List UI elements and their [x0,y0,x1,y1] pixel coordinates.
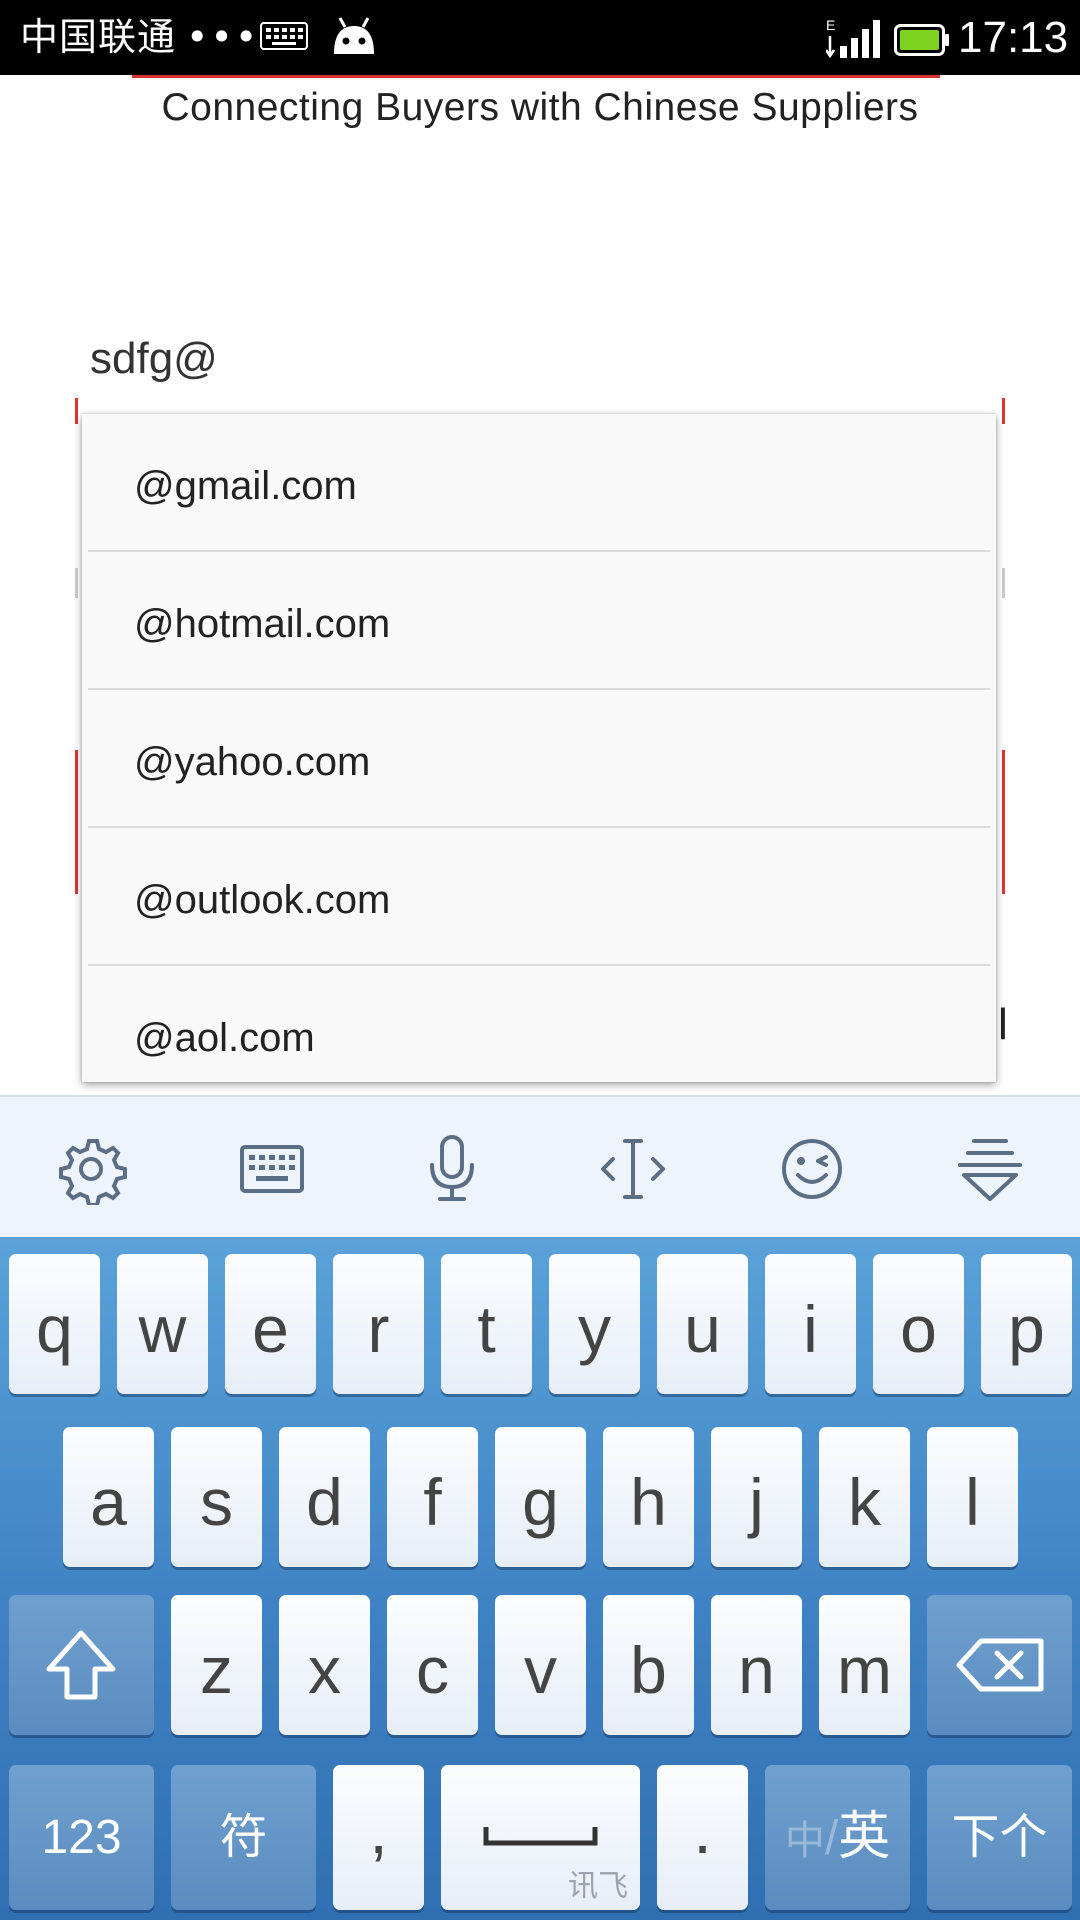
suggestion-yahoo[interactable]: @yahoo.com [88,690,990,828]
key-u[interactable]: u [657,1254,748,1394]
suggestion-label: @hotmail.com [134,602,391,646]
space-key[interactable]: 讯飞 [441,1765,640,1910]
key-i[interactable]: i [765,1254,856,1394]
key-s[interactable]: s [171,1427,262,1567]
suggestion-label: @yahoo.com [134,740,371,784]
key-x[interactable]: x [279,1595,370,1735]
key-k[interactable]: k [819,1427,910,1567]
lang-english-label: 英 [838,1808,891,1866]
key-w[interactable]: w [117,1254,208,1394]
key-c[interactable]: c [387,1595,478,1735]
suggestion-label: @outlook.com [134,878,391,922]
cursor-icon[interactable] [597,1133,669,1205]
key-l[interactable]: l [927,1427,1018,1567]
field-border-right [1002,750,1005,894]
status-bar: 中国联通 ••• E 17:13 [0,0,1080,75]
period-key[interactable]: . [657,1765,748,1910]
logo-bottom-edge [132,75,940,78]
keyboard-icon[interactable] [236,1133,308,1205]
language-switch-key[interactable]: 中/英 [765,1765,910,1910]
email-input[interactable]: sdfg@ [90,334,218,384]
clock: 17:13 [958,13,1069,62]
microphone-icon[interactable] [416,1133,488,1205]
suggestion-outlook[interactable]: @outlook.com [88,828,990,966]
suggestion-label: @gmail.com [134,464,357,508]
symbols-key[interactable]: 符 [171,1765,316,1910]
key-b[interactable]: b [603,1595,694,1735]
gear-icon[interactable] [55,1133,127,1207]
keyboard-notification-icon [260,22,308,54]
keyboard-brand-label: 讯飞 [568,1870,628,1903]
key-q[interactable]: q [9,1254,100,1394]
key-m[interactable]: m [819,1595,910,1735]
key-j[interactable]: j [711,1427,802,1567]
key-e[interactable]: e [225,1254,316,1394]
network-type-label: E [826,17,835,33]
email-suggestion-dropdown: @gmail.com @hotmail.com @yahoo.com @outl… [82,414,996,1082]
lang-separator: / [824,1812,839,1865]
key-f[interactable]: f [387,1427,478,1567]
key-z[interactable]: z [171,1595,262,1735]
field-border-right [1002,398,1005,424]
key-r[interactable]: r [333,1254,424,1394]
keyboard-toolbar [0,1095,1080,1239]
lang-chinese-label: 中 [784,1819,825,1863]
background-text: l [998,1000,1008,1049]
backspace-key[interactable] [927,1595,1072,1735]
key-g[interactable]: g [495,1427,586,1567]
signal-icon: E [824,16,886,64]
numbers-key[interactable]: 123 [9,1765,154,1910]
battery-icon [894,24,950,60]
carrier-label: 中国联通 [20,15,177,59]
hide-keyboard-icon[interactable] [954,1133,1026,1205]
suggestion-hotmail[interactable]: @hotmail.com [88,552,990,690]
field-border-right [1002,568,1005,598]
backspace-icon [956,1638,1044,1692]
comma-key[interactable]: , [333,1765,424,1910]
key-o[interactable]: o [873,1254,964,1394]
suggestion-label: @aol.com [134,1016,315,1060]
field-border-left [75,398,78,424]
android-debug-icon [330,14,378,62]
suggestion-aol[interactable]: @aol.com [88,966,990,1082]
suggestion-gmail[interactable]: @gmail.com [88,414,990,552]
field-border-left [75,568,78,598]
key-t[interactable]: t [441,1254,532,1394]
key-v[interactable]: v [495,1595,586,1735]
key-d[interactable]: d [279,1427,370,1567]
soft-keyboard: q w e r t y u i o p a s d f g h j k l z … [0,1237,1080,1920]
emoji-icon[interactable] [776,1133,848,1205]
shift-icon [46,1630,116,1700]
field-border-left [75,750,78,894]
shift-key[interactable] [9,1595,154,1735]
key-a[interactable]: a [63,1427,154,1567]
key-n[interactable]: n [711,1595,802,1735]
next-key[interactable]: 下个 [927,1765,1072,1910]
notification-dots: ••• [186,15,260,59]
key-p[interactable]: p [981,1254,1072,1394]
key-h[interactable]: h [603,1427,694,1567]
key-y[interactable]: y [549,1254,640,1394]
tagline: Connecting Buyers with Chinese Suppliers [161,86,919,129]
